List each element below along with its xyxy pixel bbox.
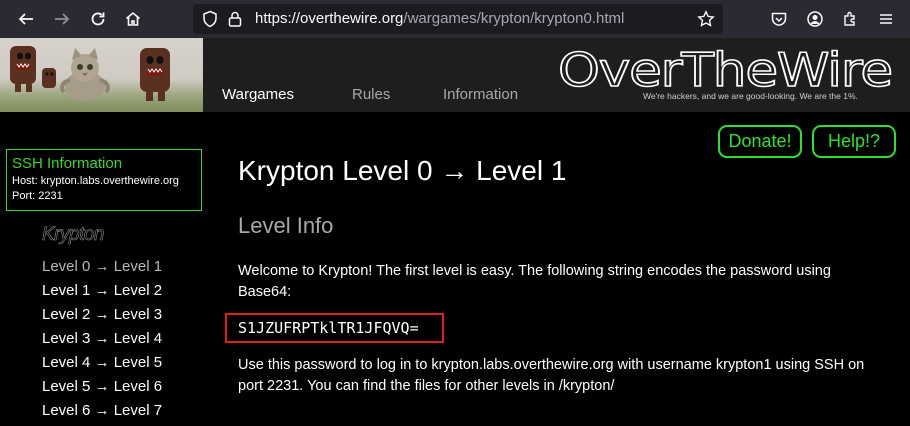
sidebar-level-2[interactable]: Level 2 → Level 3 [42,306,162,323]
sidebar-level-4[interactable]: Level 4 → Level 5 [42,354,162,371]
banner-image [0,38,203,112]
donate-button[interactable]: Donate! [718,125,802,158]
ssh-title: SSH Information [12,155,123,172]
help-button[interactable]: Help!? [812,125,896,158]
home-icon[interactable] [121,7,145,31]
url-host: https://overthewire.org [255,10,404,27]
star-icon[interactable] [697,10,715,33]
overthewire-logo[interactable]: OverTheWire [558,44,904,94]
banner-illustration [10,46,170,101]
sidebar-level-3[interactable]: Level 3 → Level 4 [42,330,162,347]
ssh-port: Port: 2231 [12,190,63,202]
pocket-icon[interactable] [767,7,791,31]
page-content: SSH Information Host: krypton.labs.overt… [0,112,910,426]
account-icon[interactable] [803,7,827,31]
back-arrow-icon[interactable] [14,7,38,31]
nav-tab-information[interactable]: Information [443,86,518,103]
sidebar-level-5[interactable]: Level 5 → Level 6 [42,378,162,395]
forward-arrow-icon[interactable] [50,7,74,31]
url-bar[interactable]: https://overthewire.org/wargames/krypton… [193,4,723,34]
instructions-paragraph: Use this password to log in to krypton.l… [238,357,865,394]
encoded-password: S1JZUFRPTklTR1JFQVQ= [238,319,419,337]
shield-icon[interactable] [201,10,219,33]
sidebar-level-6[interactable]: Level 6 → Level 7 [42,402,162,419]
lock-icon[interactable] [226,10,244,33]
extensions-icon[interactable] [838,7,862,31]
menu-icon[interactable] [874,7,898,31]
url-text[interactable]: https://overthewire.org/wargames/krypton… [255,10,624,27]
ssh-host: Host: krypton.labs.overthewire.org [12,175,179,187]
section-title: Level Info [238,213,334,238]
sidebar-level-1[interactable]: Level 1 → Level 2 [42,282,162,299]
sidebar-heading: Krypton [42,224,105,246]
browser-toolbar: https://overthewire.org/wargames/krypton… [0,0,910,38]
ssh-info-box: SSH Information Host: krypton.labs.overt… [6,149,202,211]
logo-text: OverTheWire [558,44,892,94]
intro-paragraph: Welcome to Krypton! The first level is e… [238,263,831,300]
page-title: Krypton Level 0 → Level 1 [238,155,567,186]
nav-tab-rules[interactable]: Rules [352,86,390,103]
reload-icon[interactable] [86,7,110,31]
tagline: We're hackers, and we are good-looking. … [643,91,858,101]
sidebar-level-0[interactable]: Level 0 → Level 1 [42,258,162,275]
site-header: Wargames Rules Information OverTheWire W… [0,38,910,112]
url-path: /wargames/krypton/krypton0.html [403,10,625,27]
nav-tab-wargames[interactable]: Wargames [222,86,294,103]
